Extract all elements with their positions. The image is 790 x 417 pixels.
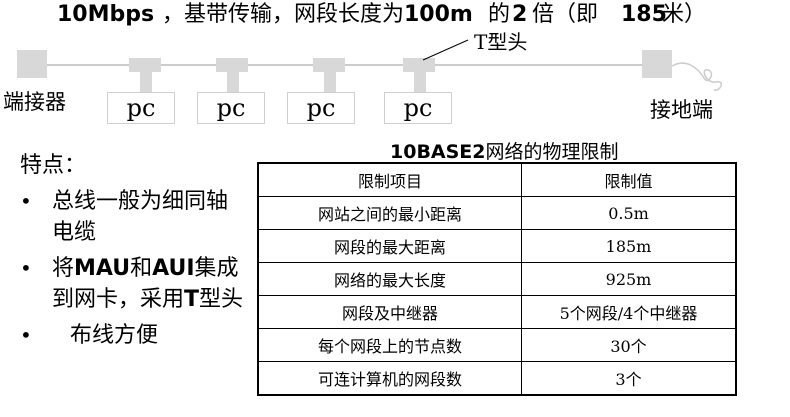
bullet-icon: • [20, 256, 32, 280]
t-connector [403, 58, 435, 92]
t-connector-pointer [422, 39, 469, 61]
column-header: 限制项目 [257, 162, 522, 197]
feature-text: 和 [130, 256, 153, 281]
table-row: 可连计算机的网段数 3个 [257, 361, 737, 396]
pc-node: pc [287, 92, 355, 124]
table-title-bold: 10BASE2 [390, 141, 486, 163]
feature-item: • 将MAU和AUI集成到网卡，采用T型头 [18, 253, 248, 315]
feature-text-bold: AUI [152, 256, 195, 281]
ground-wire [671, 62, 723, 91]
features-list: • 总线一般为细同轴电缆 • 将MAU和AUI集成到网卡，采用T型头 • 布线方便 [18, 186, 248, 356]
table-cell: 网站之间的最小距离 [257, 196, 522, 230]
feature-text-bold: T [184, 287, 200, 312]
t-connector-label: T型头 [474, 30, 528, 54]
pc-node: pc [197, 92, 265, 124]
table-cell: 网段的最大距离 [257, 229, 522, 263]
table-cell: 0.5m [521, 196, 737, 230]
bullet-icon: • [20, 323, 32, 347]
feature-item: • 布线方便 [18, 320, 248, 351]
table-row: 网段及中继器 5个网段/4个中继器 [257, 295, 737, 329]
table-cell: 网段及中继器 [257, 295, 522, 329]
t-connector [313, 58, 345, 92]
table-row: 每个网段上的节点数 30个 [257, 328, 737, 362]
table-title: 10BASE2网络的物理限制 [390, 140, 619, 164]
table-row: 网站之间的最小距离 0.5m [257, 196, 737, 230]
table-cell: 每个网段上的节点数 [257, 328, 522, 362]
table-row: 网段的最大距离 185m [257, 229, 737, 263]
feature-text: 布线方便 [70, 323, 159, 348]
feature-text: 型头 [199, 287, 244, 312]
table-row: 网络的最大长度 925m [257, 262, 737, 296]
table-cell: 网络的最大长度 [257, 262, 522, 296]
table-cell: 5个网段/4个中继器 [521, 295, 737, 329]
terminator-label: 端接器 [3, 90, 66, 114]
table-cell: 925m [521, 262, 737, 296]
table-cell: 185m [521, 229, 737, 263]
table-cell: 可连计算机的网段数 [257, 361, 522, 396]
t-connector [216, 58, 248, 92]
pc-node: pc [384, 92, 452, 124]
features-heading: 特点： [20, 153, 87, 178]
feature-text: 总线一般为细同轴电缆 [52, 189, 229, 245]
pc-node: pc [107, 92, 175, 124]
ground-label: 接地端 [650, 98, 713, 122]
table-cell: 3个 [521, 361, 737, 396]
ground-block [642, 50, 672, 78]
terminator-block [17, 50, 47, 78]
t-connector [129, 58, 161, 92]
table-header-row: 限制项目 限制值 [257, 162, 737, 197]
bullet-icon: • [20, 189, 32, 213]
feature-item: • 总线一般为细同轴电缆 [18, 186, 248, 248]
table-title-rest: 网络的物理限制 [485, 141, 619, 163]
column-header: 限制值 [521, 162, 737, 197]
table-cell: 30个 [521, 328, 737, 362]
feature-text-bold: MAU [74, 256, 131, 281]
feature-text: 将 [52, 256, 75, 281]
physical-limits-table: 限制项目 限制值 网站之间的最小距离 0.5m 网段的最大距离 185m 网络的… [257, 162, 737, 396]
